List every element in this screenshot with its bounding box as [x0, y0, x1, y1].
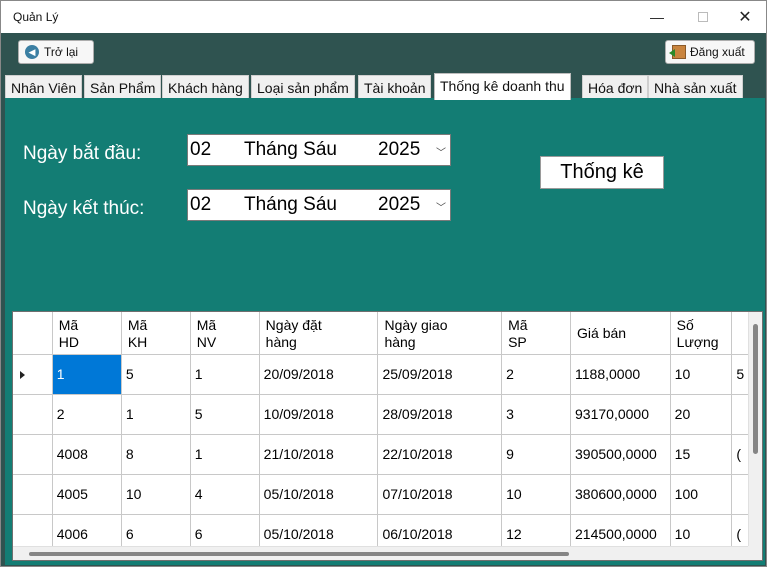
table-cell[interactable]: 20	[670, 394, 733, 435]
revenue-stats-panel: Ngày bắt đầu: Ngày kết thúc: 02 Tháng Sá…	[5, 98, 765, 565]
table-row[interactable]: 1 5 1 20/09/2018 25/09/2018 2 1188,0000 …	[13, 354, 762, 395]
end-month[interactable]: Tháng Sáu	[244, 194, 337, 216]
table-cell[interactable]: 4008	[52, 434, 122, 475]
close-button[interactable]: ✕	[722, 1, 767, 33]
chevron-down-icon[interactable]: ﹀	[436, 199, 446, 214]
table-cell[interactable]: 390500,0000	[570, 434, 671, 475]
vertical-scroll-thumb[interactable]	[753, 324, 758, 454]
table-cell[interactable]: 1	[121, 394, 191, 435]
tab-product-types[interactable]: Loại sản phẩm	[251, 75, 355, 99]
back-button[interactable]: ◀ Trở lại	[18, 40, 94, 64]
current-row-indicator-icon	[20, 371, 25, 379]
column-header[interactable]: Giá bán	[570, 312, 671, 355]
table-cell[interactable]: 10	[121, 474, 191, 515]
vertical-scrollbar[interactable]	[748, 312, 762, 548]
row-header[interactable]	[13, 394, 53, 435]
invoice-table: Mã HD Mã KH Mã NV Ngày đặt hàng Ngày giao hàn…	[13, 312, 762, 555]
start-year[interactable]: 2025	[378, 139, 420, 161]
column-header[interactable]: Ngày giao hàng	[377, 312, 503, 355]
logout-button[interactable]: Đăng xuất	[665, 40, 755, 64]
table-row[interactable]: 2 1 5 10/09/2018 28/09/2018 3 93170,0000…	[13, 394, 762, 435]
chevron-down-icon[interactable]: ﹀	[436, 144, 446, 159]
tab-employees[interactable]: Nhân Viên	[5, 75, 83, 99]
table-row[interactable]: 4005 10 4 05/10/2018 07/10/2018 10 38060…	[13, 474, 762, 515]
row-header[interactable]	[13, 434, 53, 475]
horizontal-scrollbar[interactable]	[13, 546, 762, 560]
logout-door-icon	[669, 45, 686, 59]
end-date-picker[interactable]: 02 Tháng Sáu 2025 ﹀	[187, 189, 451, 221]
main-window: Quản Lý — ✕ ◀ Trở lại Đăng xuất Nhân Viê…	[0, 0, 767, 567]
column-header[interactable]: Mã KH	[121, 312, 191, 355]
row-header-corner	[13, 312, 53, 355]
header-row: Mã HD Mã KH Mã NV Ngày đặt hàng Ngày giao hàn…	[13, 312, 762, 355]
table-cell[interactable]: 21/10/2018	[259, 434, 379, 475]
table-cell[interactable]: 22/10/2018	[377, 434, 503, 475]
statistics-button[interactable]: Thống kê	[540, 156, 664, 189]
column-header[interactable]: Mã HD	[52, 312, 122, 355]
tab-accounts[interactable]: Tài khoản	[358, 75, 432, 99]
scrollbar-corner	[748, 546, 762, 560]
row-header[interactable]	[13, 354, 53, 395]
table-cell[interactable]: 3	[501, 394, 572, 435]
table-cell[interactable]: 1	[190, 434, 260, 475]
column-header[interactable]: Số Lượng	[670, 312, 733, 355]
table-cell[interactable]: 5	[190, 394, 260, 435]
row-header[interactable]	[13, 474, 53, 515]
minimize-button[interactable]: —	[634, 1, 680, 33]
table-cell[interactable]: 28/09/2018	[377, 394, 503, 435]
table-cell[interactable]: 10	[670, 354, 733, 395]
table-cell[interactable]: 05/10/2018	[259, 474, 379, 515]
table-cell[interactable]: 5	[121, 354, 191, 395]
tab-manufacturers[interactable]: Nhà sản xuất	[648, 75, 743, 99]
end-year[interactable]: 2025	[378, 194, 420, 216]
table-cell[interactable]: 9	[501, 434, 572, 475]
start-date-label: Ngày bắt đầu:	[23, 143, 142, 164]
column-header[interactable]: Mã SP	[501, 312, 572, 355]
start-day[interactable]: 02	[190, 139, 211, 161]
tab-invoices[interactable]: Hóa đơn	[582, 75, 649, 99]
table-row[interactable]: 4008 8 1 21/10/2018 22/10/2018 9 390500,…	[13, 434, 762, 475]
table-cell[interactable]: 2	[52, 394, 122, 435]
end-date-label: Ngày kết thúc:	[23, 198, 145, 219]
table-cell[interactable]: 4	[190, 474, 260, 515]
tab-products[interactable]: Sản Phẩm	[84, 75, 162, 99]
table-cell[interactable]: 1	[52, 354, 122, 395]
table-cell[interactable]: 1188,0000	[570, 354, 671, 395]
invoice-grid[interactable]: Mã HD Mã KH Mã NV Ngày đặt hàng Ngày giao hàn…	[12, 311, 763, 561]
table-cell[interactable]: 2	[501, 354, 572, 395]
title-bar: Quản Lý — ✕	[1, 1, 766, 33]
table-cell[interactable]: 25/09/2018	[377, 354, 503, 395]
back-button-label: Trở lại	[44, 45, 79, 59]
tab-strip: Nhân Viên Sản Phẩm Khách hàng Loại sản p…	[5, 73, 766, 100]
end-day[interactable]: 02	[190, 194, 211, 216]
tab-revenue-stats[interactable]: Thống kê doanh thu	[434, 73, 571, 100]
maximize-button[interactable]	[680, 1, 726, 33]
start-month[interactable]: Tháng Sáu	[244, 139, 337, 161]
column-header[interactable]: Mã NV	[190, 312, 260, 355]
start-date-picker[interactable]: 02 Tháng Sáu 2025 ﹀	[187, 134, 451, 166]
horizontal-scroll-thumb[interactable]	[29, 552, 569, 556]
table-cell[interactable]: 93170,0000	[570, 394, 671, 435]
table-cell[interactable]: 20/09/2018	[259, 354, 379, 395]
table-cell[interactable]: 8	[121, 434, 191, 475]
back-arrow-icon: ◀	[25, 45, 39, 59]
table-cell[interactable]: 15	[670, 434, 733, 475]
table-cell[interactable]: 4005	[52, 474, 122, 515]
logout-button-label: Đăng xuất	[690, 45, 745, 59]
maximize-icon	[698, 12, 708, 22]
table-cell[interactable]: 1	[190, 354, 260, 395]
table-cell[interactable]: 10	[501, 474, 572, 515]
table-cell[interactable]: 07/10/2018	[377, 474, 503, 515]
table-cell[interactable]: 10/09/2018	[259, 394, 379, 435]
table-cell[interactable]: 100	[670, 474, 733, 515]
column-header[interactable]: Ngày đặt hàng	[259, 312, 379, 355]
tab-customers[interactable]: Khách hàng	[162, 75, 249, 99]
table-cell[interactable]: 380600,0000	[570, 474, 671, 515]
window-title: Quản Lý	[13, 10, 59, 24]
